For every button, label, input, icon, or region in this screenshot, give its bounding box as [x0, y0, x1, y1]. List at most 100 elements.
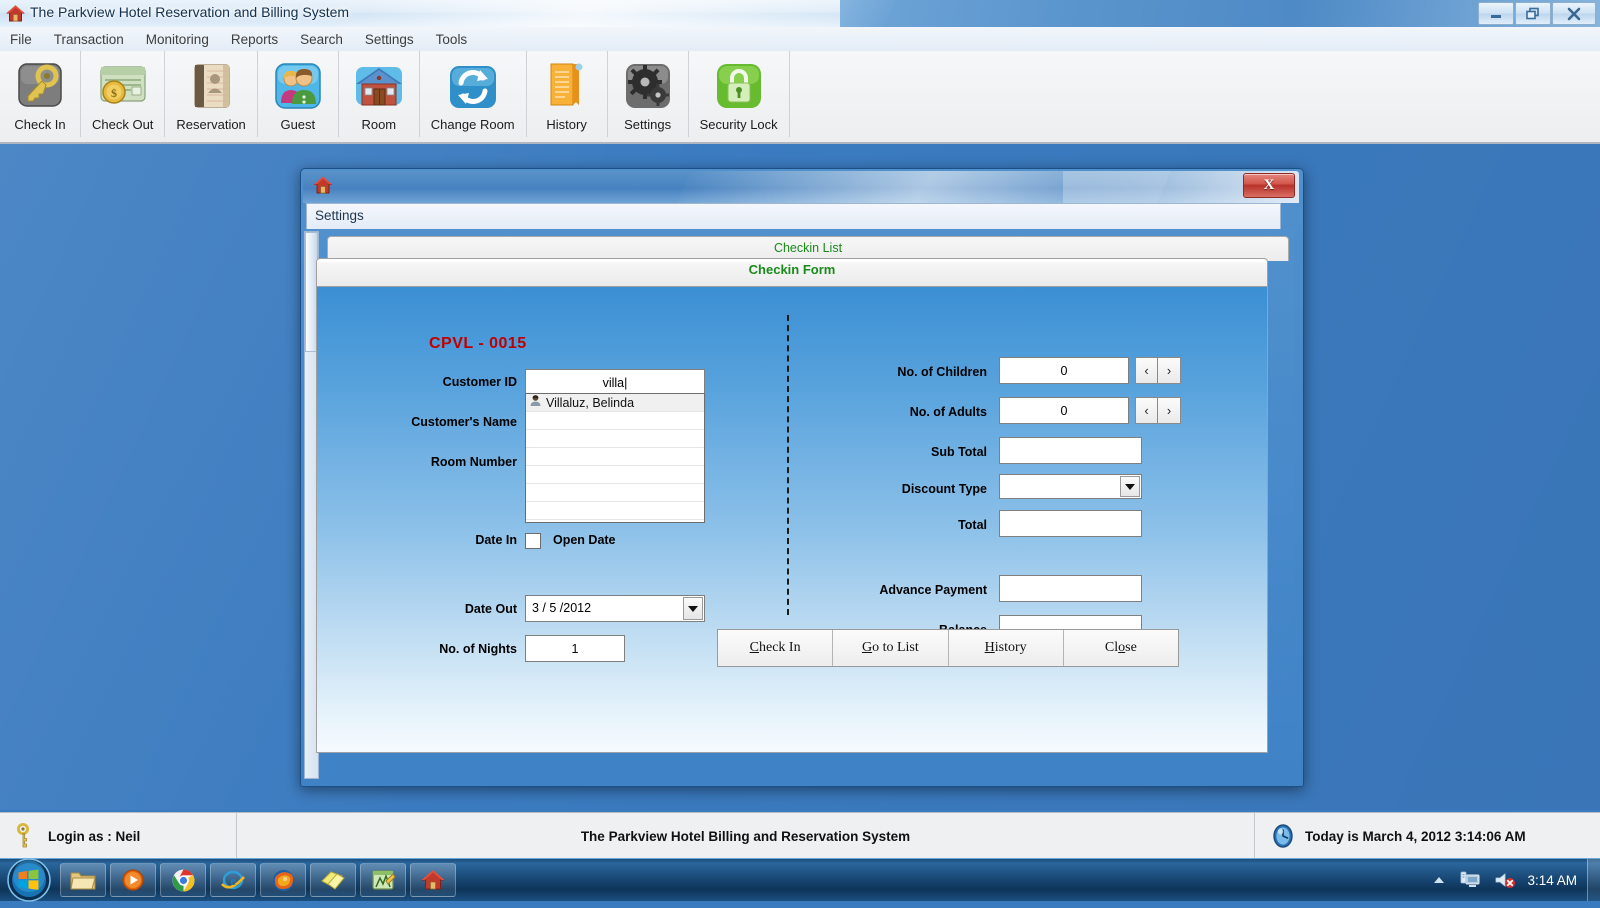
- autocomplete-item[interactable]: Villaluz, Belinda: [526, 394, 704, 412]
- no-of-children-stepper[interactable]: ‹ ›: [1135, 357, 1181, 384]
- toolbar-label: Reservation: [176, 117, 246, 132]
- datetime-text: Today is March 4, 2012 3:14:06 AM: [1305, 828, 1526, 844]
- no-of-adults-stepper[interactable]: ‹ ›: [1135, 397, 1181, 424]
- menu-item-search[interactable]: Search: [289, 30, 354, 49]
- go-to-list-accel: G: [861, 640, 873, 655]
- toolbar-label: Change Room: [430, 117, 515, 132]
- restore-icon: [1526, 7, 1539, 20]
- taskbar-media-player-icon[interactable]: [110, 863, 156, 897]
- menu-item-transaction[interactable]: Transaction: [43, 30, 135, 49]
- customer-name-autocomplete-list[interactable]: Villaluz, Belinda: [525, 393, 705, 523]
- customer-code-label: CPVL - 0015: [429, 335, 527, 352]
- toolbar-label: History: [546, 117, 587, 132]
- checkin-form-header: Checkin Form: [317, 262, 1267, 287]
- customers-name-input[interactable]: villa|: [525, 369, 705, 395]
- toolbar-button-guest[interactable]: Guest: [258, 51, 339, 137]
- date-out-picker[interactable]: 3 / 5 /2012: [525, 595, 705, 622]
- chevron-down-icon[interactable]: [683, 597, 703, 620]
- label-total: Total: [958, 518, 987, 532]
- history-accel: H: [984, 640, 995, 655]
- status-center-text: The Parkview Hotel Billing and Reservati…: [580, 828, 911, 844]
- status-bar: Login as : Neil The Parkview Hotel Billi…: [0, 812, 1600, 859]
- padlock-icon: [710, 57, 768, 115]
- close-button[interactable]: [1552, 2, 1596, 25]
- tray-clock[interactable]: 3:14 AM: [1527, 873, 1577, 888]
- windows-taskbar: e 3:14 AM: [0, 857, 1600, 903]
- label-date-in: Date In: [475, 533, 517, 547]
- menu-item-monitoring[interactable]: Monitoring: [135, 30, 220, 49]
- discount-type-select[interactable]: [999, 474, 1142, 499]
- minimize-button[interactable]: [1478, 2, 1514, 25]
- toolbar-button-check-in[interactable]: Check In: [0, 51, 81, 137]
- autocomplete-empty-row: [526, 448, 704, 466]
- advance-payment-input[interactable]: [999, 575, 1142, 602]
- date-out-value: 3 / 5 /2012: [532, 601, 592, 615]
- stepper-next-icon[interactable]: ›: [1158, 397, 1181, 424]
- label-customer-id: Customer ID: [442, 375, 517, 389]
- taskbar-chrome-icon[interactable]: [160, 863, 206, 897]
- clock-icon: [1269, 822, 1297, 850]
- label-date-out: Date Out: [464, 602, 517, 616]
- toolbar-button-settings[interactable]: Settings: [608, 51, 689, 137]
- network-icon[interactable]: [1460, 871, 1480, 889]
- dialog-close-button[interactable]: X: [1243, 173, 1295, 198]
- house-icon: [350, 57, 408, 115]
- menu-item-tools[interactable]: Tools: [425, 30, 479, 49]
- toolbar-button-check-out[interactable]: $ Check Out: [81, 51, 166, 137]
- no-of-children-input[interactable]: 0: [999, 357, 1129, 384]
- menu-bar: File Transaction Monitoring Reports Sear…: [0, 27, 1600, 52]
- window-title: The Parkview Hotel Reservation and Billi…: [30, 4, 350, 20]
- label-no-of-nights: No. of Nights: [439, 642, 517, 656]
- status-login-cell: Login as : Neil: [0, 813, 237, 859]
- login-text: Login as : Neil: [48, 828, 141, 844]
- close-accel: o: [1118, 640, 1126, 655]
- toolbar-button-change-room[interactable]: Change Room: [420, 51, 527, 137]
- stepper-prev-icon[interactable]: ‹: [1135, 397, 1158, 424]
- system-tray: 3:14 AM: [1425, 859, 1600, 901]
- menu-item-reports[interactable]: Reports: [220, 30, 289, 49]
- show-hidden-icons-icon[interactable]: [1432, 874, 1446, 886]
- autocomplete-empty-row: [526, 466, 704, 484]
- toolbar-button-reservation[interactable]: Reservation: [165, 51, 258, 137]
- autocomplete-empty-row: [526, 484, 704, 502]
- toolbar-label: Room: [361, 117, 397, 132]
- menu-item-settings[interactable]: Settings: [354, 30, 425, 49]
- stepper-next-icon[interactable]: ›: [1158, 357, 1181, 384]
- restore-button[interactable]: [1515, 2, 1551, 25]
- taskbar-sticky-notes-icon[interactable]: [310, 863, 356, 897]
- chevron-down-icon[interactable]: [1120, 476, 1140, 497]
- windows-start-icon[interactable]: [6, 857, 52, 903]
- taskbar-explorer-icon[interactable]: [60, 863, 106, 897]
- stepper-prev-icon[interactable]: ‹: [1135, 357, 1158, 384]
- total-input[interactable]: [999, 510, 1142, 537]
- no-of-nights-input[interactable]: 1: [525, 635, 625, 662]
- close-icon: X: [1263, 177, 1275, 193]
- taskbar-firefox-icon[interactable]: [260, 863, 306, 897]
- taskbar-visual-basic-icon[interactable]: [360, 863, 406, 897]
- toolbar-button-security-lock[interactable]: Security Lock: [689, 51, 790, 137]
- people-icon: [269, 57, 327, 115]
- volume-muted-icon[interactable]: [1494, 871, 1516, 889]
- status-center-cell: The Parkview Hotel Billing and Reservati…: [237, 813, 1255, 859]
- open-date-label: Open Date: [553, 533, 616, 547]
- no-of-adults-input[interactable]: 0: [999, 397, 1129, 424]
- sub-total-input[interactable]: [999, 437, 1142, 464]
- open-date-checkbox[interactable]: [525, 533, 541, 549]
- toolbar-label: Settings: [624, 117, 672, 132]
- checkin-form-area: CPVL - 0015 Customer ID Customer's Name …: [317, 287, 1267, 752]
- history-button[interactable]: History: [949, 630, 1064, 666]
- toolbar-button-history[interactable]: History: [527, 51, 608, 137]
- go-to-list-button[interactable]: Go to List: [833, 630, 949, 666]
- no-of-adults-value: 0: [1060, 404, 1068, 418]
- toolbar-button-room[interactable]: Room: [339, 51, 420, 137]
- label-room-number: Room Number: [430, 455, 517, 469]
- show-desktop-button[interactable]: [1587, 859, 1600, 901]
- window-controls: [1477, 2, 1596, 25]
- close-form-button[interactable]: Cl o se: [1064, 630, 1178, 666]
- taskbar-internet-explorer-icon[interactable]: e: [210, 863, 256, 897]
- taskbar-parkview-app-icon[interactable]: [410, 863, 456, 897]
- svg-text:$: $: [111, 86, 117, 100]
- svg-text:e: e: [230, 873, 236, 888]
- check-in-button[interactable]: Check In: [718, 630, 834, 666]
- menu-item-file[interactable]: File: [0, 30, 43, 49]
